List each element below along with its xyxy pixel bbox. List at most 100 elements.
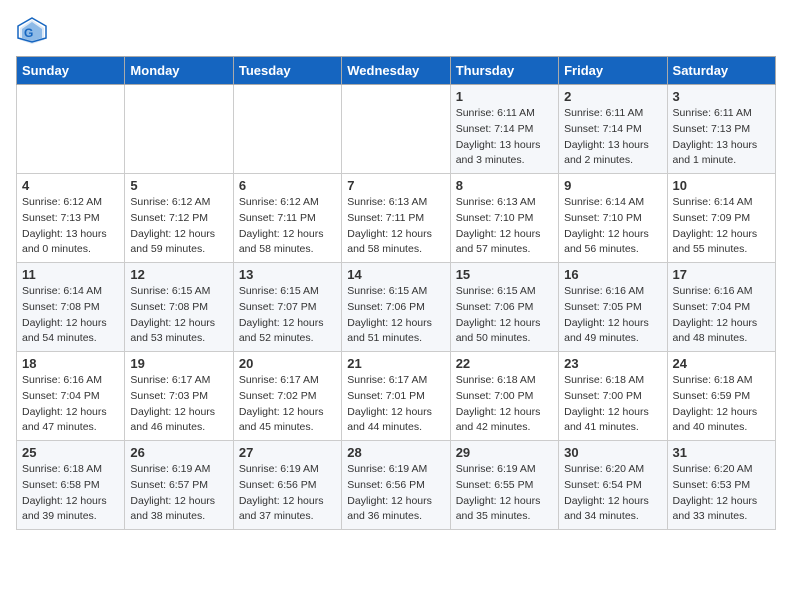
sunset-text: Sunset: 7:07 PM <box>239 301 317 313</box>
sunset-text: Sunset: 7:13 PM <box>673 123 751 135</box>
sunrise-text: Sunrise: 6:17 AM <box>239 374 319 386</box>
sunrise-text: Sunrise: 6:13 AM <box>347 196 427 208</box>
sunrise-text: Sunrise: 6:16 AM <box>564 285 644 297</box>
daylight-text: Daylight: 12 hours and 58 minutes. <box>239 228 324 256</box>
day-number: 21 <box>347 356 444 371</box>
sunrise-text: Sunrise: 6:14 AM <box>22 285 102 297</box>
day-of-week-header: Friday <box>559 57 667 85</box>
sunrise-text: Sunrise: 6:11 AM <box>673 107 752 119</box>
day-info: Sunrise: 6:18 AM Sunset: 7:00 PM Dayligh… <box>456 373 553 436</box>
day-number: 26 <box>130 445 227 460</box>
day-number: 20 <box>239 356 336 371</box>
day-info: Sunrise: 6:12 AM Sunset: 7:12 PM Dayligh… <box>130 195 227 258</box>
sunset-text: Sunset: 7:08 PM <box>22 301 100 313</box>
day-of-week-header: Monday <box>125 57 233 85</box>
daylight-text: Daylight: 12 hours and 45 minutes. <box>239 406 324 434</box>
sunset-text: Sunset: 7:12 PM <box>130 212 208 224</box>
calendar-day-cell: 4 Sunrise: 6:12 AM Sunset: 7:13 PM Dayli… <box>17 174 125 263</box>
daylight-text: Daylight: 12 hours and 46 minutes. <box>130 406 215 434</box>
calendar-table: SundayMondayTuesdayWednesdayThursdayFrid… <box>16 56 776 530</box>
calendar-day-cell: 10 Sunrise: 6:14 AM Sunset: 7:09 PM Dayl… <box>667 174 775 263</box>
day-info: Sunrise: 6:19 AM Sunset: 6:56 PM Dayligh… <box>347 462 444 525</box>
sunset-text: Sunset: 6:56 PM <box>239 479 317 491</box>
sunrise-text: Sunrise: 6:15 AM <box>456 285 536 297</box>
day-info: Sunrise: 6:14 AM Sunset: 7:09 PM Dayligh… <box>673 195 770 258</box>
sunset-text: Sunset: 7:11 PM <box>239 212 316 224</box>
daylight-text: Daylight: 12 hours and 58 minutes. <box>347 228 432 256</box>
sunrise-text: Sunrise: 6:15 AM <box>239 285 319 297</box>
calendar-week-row: 18 Sunrise: 6:16 AM Sunset: 7:04 PM Dayl… <box>17 352 776 441</box>
sunset-text: Sunset: 7:14 PM <box>456 123 534 135</box>
day-of-week-header: Thursday <box>450 57 558 85</box>
daylight-text: Daylight: 12 hours and 41 minutes. <box>564 406 649 434</box>
day-info: Sunrise: 6:11 AM Sunset: 7:14 PM Dayligh… <box>564 106 661 169</box>
daylight-text: Daylight: 12 hours and 57 minutes. <box>456 228 541 256</box>
sunrise-text: Sunrise: 6:19 AM <box>239 463 319 475</box>
day-number: 18 <box>22 356 119 371</box>
calendar-week-row: 4 Sunrise: 6:12 AM Sunset: 7:13 PM Dayli… <box>17 174 776 263</box>
day-info: Sunrise: 6:12 AM Sunset: 7:11 PM Dayligh… <box>239 195 336 258</box>
day-number: 9 <box>564 178 661 193</box>
daylight-text: Daylight: 13 hours and 1 minute. <box>673 139 758 167</box>
day-info: Sunrise: 6:14 AM Sunset: 7:08 PM Dayligh… <box>22 284 119 347</box>
daylight-text: Daylight: 12 hours and 50 minutes. <box>456 317 541 345</box>
calendar-day-cell: 31 Sunrise: 6:20 AM Sunset: 6:53 PM Dayl… <box>667 441 775 530</box>
daylight-text: Daylight: 12 hours and 42 minutes. <box>456 406 541 434</box>
sunrise-text: Sunrise: 6:16 AM <box>673 285 753 297</box>
day-info: Sunrise: 6:15 AM Sunset: 7:06 PM Dayligh… <box>347 284 444 347</box>
sunrise-text: Sunrise: 6:12 AM <box>239 196 319 208</box>
sunrise-text: Sunrise: 6:18 AM <box>564 374 644 386</box>
calendar-day-cell: 6 Sunrise: 6:12 AM Sunset: 7:11 PM Dayli… <box>233 174 341 263</box>
sunset-text: Sunset: 6:54 PM <box>564 479 642 491</box>
sunrise-text: Sunrise: 6:14 AM <box>564 196 644 208</box>
sunrise-text: Sunrise: 6:20 AM <box>673 463 753 475</box>
day-number: 29 <box>456 445 553 460</box>
day-number: 6 <box>239 178 336 193</box>
calendar-week-row: 25 Sunrise: 6:18 AM Sunset: 6:58 PM Dayl… <box>17 441 776 530</box>
daylight-text: Daylight: 12 hours and 55 minutes. <box>673 228 758 256</box>
day-info: Sunrise: 6:17 AM Sunset: 7:01 PM Dayligh… <box>347 373 444 436</box>
sunset-text: Sunset: 6:56 PM <box>347 479 425 491</box>
calendar-day-cell: 16 Sunrise: 6:16 AM Sunset: 7:05 PM Dayl… <box>559 263 667 352</box>
daylight-text: Daylight: 12 hours and 38 minutes. <box>130 495 215 523</box>
calendar-day-cell: 23 Sunrise: 6:18 AM Sunset: 7:00 PM Dayl… <box>559 352 667 441</box>
calendar-week-row: 1 Sunrise: 6:11 AM Sunset: 7:14 PM Dayli… <box>17 85 776 174</box>
daylight-text: Daylight: 12 hours and 53 minutes. <box>130 317 215 345</box>
sunrise-text: Sunrise: 6:13 AM <box>456 196 536 208</box>
daylight-text: Daylight: 12 hours and 36 minutes. <box>347 495 432 523</box>
daylight-text: Daylight: 13 hours and 2 minutes. <box>564 139 649 167</box>
day-info: Sunrise: 6:15 AM Sunset: 7:07 PM Dayligh… <box>239 284 336 347</box>
sunrise-text: Sunrise: 6:17 AM <box>130 374 210 386</box>
sunset-text: Sunset: 7:13 PM <box>22 212 100 224</box>
day-of-week-header: Saturday <box>667 57 775 85</box>
sunset-text: Sunset: 7:10 PM <box>564 212 642 224</box>
day-number: 31 <box>673 445 770 460</box>
logo: G <box>16 16 54 48</box>
calendar-day-cell: 27 Sunrise: 6:19 AM Sunset: 6:56 PM Dayl… <box>233 441 341 530</box>
calendar-day-cell: 12 Sunrise: 6:15 AM Sunset: 7:08 PM Dayl… <box>125 263 233 352</box>
sunset-text: Sunset: 7:09 PM <box>673 212 751 224</box>
day-info: Sunrise: 6:16 AM Sunset: 7:04 PM Dayligh… <box>673 284 770 347</box>
day-info: Sunrise: 6:19 AM Sunset: 6:57 PM Dayligh… <box>130 462 227 525</box>
daylight-text: Daylight: 12 hours and 47 minutes. <box>22 406 107 434</box>
day-info: Sunrise: 6:19 AM Sunset: 6:56 PM Dayligh… <box>239 462 336 525</box>
day-info: Sunrise: 6:11 AM Sunset: 7:13 PM Dayligh… <box>673 106 770 169</box>
sunrise-text: Sunrise: 6:16 AM <box>22 374 102 386</box>
calendar-day-cell: 8 Sunrise: 6:13 AM Sunset: 7:10 PM Dayli… <box>450 174 558 263</box>
day-of-week-header: Tuesday <box>233 57 341 85</box>
day-number: 8 <box>456 178 553 193</box>
day-number: 4 <box>22 178 119 193</box>
calendar-day-cell: 13 Sunrise: 6:15 AM Sunset: 7:07 PM Dayl… <box>233 263 341 352</box>
calendar-header-row: SundayMondayTuesdayWednesdayThursdayFrid… <box>17 57 776 85</box>
sunrise-text: Sunrise: 6:11 AM <box>564 107 643 119</box>
daylight-text: Daylight: 12 hours and 40 minutes. <box>673 406 758 434</box>
day-info: Sunrise: 6:18 AM Sunset: 7:00 PM Dayligh… <box>564 373 661 436</box>
sunset-text: Sunset: 7:10 PM <box>456 212 534 224</box>
calendar-day-cell: 22 Sunrise: 6:18 AM Sunset: 7:00 PM Dayl… <box>450 352 558 441</box>
sunrise-text: Sunrise: 6:14 AM <box>673 196 753 208</box>
calendar-day-cell <box>342 85 450 174</box>
calendar-day-cell: 19 Sunrise: 6:17 AM Sunset: 7:03 PM Dayl… <box>125 352 233 441</box>
day-number: 10 <box>673 178 770 193</box>
calendar-day-cell: 20 Sunrise: 6:17 AM Sunset: 7:02 PM Dayl… <box>233 352 341 441</box>
daylight-text: Daylight: 12 hours and 39 minutes. <box>22 495 107 523</box>
